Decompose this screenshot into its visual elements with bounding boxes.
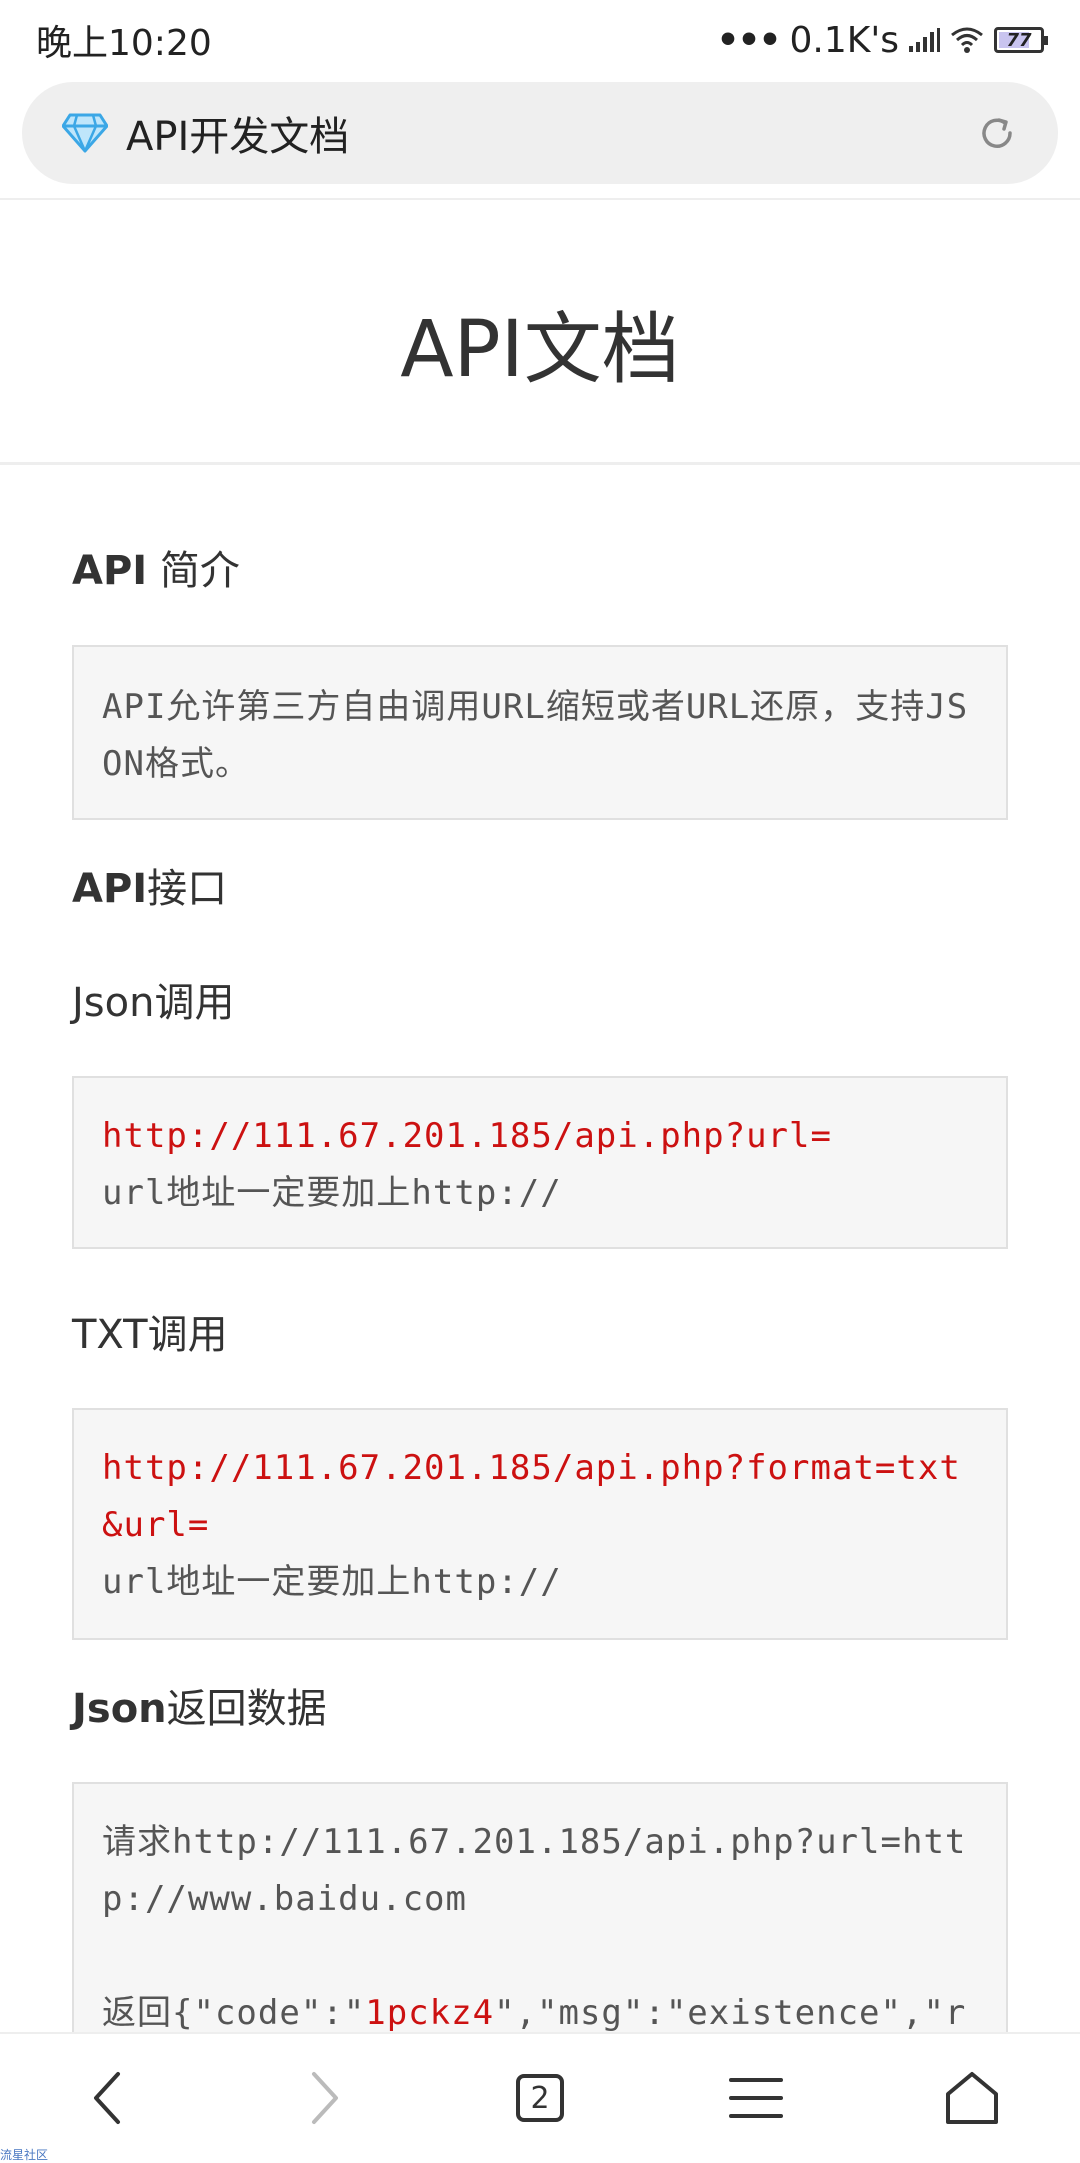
page-title-in-address-bar: API开发文档 [126, 114, 350, 160]
battery-level: 77 [1006, 29, 1032, 51]
intro-text: API允许第三方自由调用URL缩短或者URL还原，支持JSON格式。 [102, 687, 969, 784]
reload-icon[interactable] [976, 112, 1018, 154]
heading-bold: API [72, 866, 148, 912]
home-icon [946, 2072, 998, 2124]
home-button[interactable] [912, 2048, 1032, 2148]
heading-bold: API [72, 548, 148, 594]
battery-icon: 77 [994, 27, 1048, 53]
heading-text: 返回数据 [166, 1686, 327, 1732]
heading-text: 简介 [147, 548, 240, 594]
json-call-heading: Json调用 [72, 980, 235, 1026]
json-call-box: http://111.67.201.185/api.php?url= url地址… [72, 1076, 1008, 1249]
signal-icon [909, 28, 940, 52]
txt-call-url[interactable]: http://111.67.201.185/api.php?format=txt… [102, 1440, 978, 1554]
json-call-note: url地址一定要加上http:// [102, 1173, 562, 1213]
wifi-icon [951, 27, 983, 53]
back-icon [94, 2072, 120, 2124]
address-bar[interactable]: API开发文档 [22, 82, 1058, 184]
section-heading-json-return: Json返回数据 [72, 1676, 327, 1734]
txt-call-note: url地址一定要加上http:// [102, 1562, 562, 1602]
json-call-url[interactable]: http://111.67.201.185/api.php?url= [102, 1108, 978, 1165]
menu-icon [729, 2078, 783, 2118]
section-heading-intro: API 简介 [72, 538, 240, 596]
menu-button[interactable] [696, 2048, 816, 2148]
network-speed: 0.1K's [789, 19, 899, 61]
txt-call-heading: TXT调用 [72, 1312, 228, 1358]
forward-icon [312, 2072, 338, 2124]
heading-bold: Json [72, 1686, 167, 1732]
json-return-request: 请求http://111.67.201.185/api.php?url=http… [102, 1822, 967, 1919]
watermark: 流星社区 [0, 2148, 49, 2162]
response-prefix: 返回{"code":" [102, 1993, 366, 2033]
more-dots-icon: ••• [716, 19, 781, 61]
intro-box: API允许第三方自由调用URL缩短或者URL还原，支持JSON格式。 [72, 645, 1008, 820]
status-bar: 晚上10:20 ••• 0.1K's 77 [0, 0, 1080, 80]
divider [0, 198, 1080, 200]
divider [0, 462, 1080, 465]
heading-text: 接口 [147, 866, 228, 912]
status-icons: ••• 0.1K's 77 [716, 19, 1048, 61]
status-time: 晚上10:20 [36, 23, 212, 64]
section-heading-interface: API接口 [72, 856, 227, 914]
bottom-nav: 2 [0, 2032, 1080, 2162]
back-button[interactable] [48, 2048, 168, 2148]
txt-call-box: http://111.67.201.185/api.php?format=txt… [72, 1408, 1008, 1640]
response-suffix: ","msg":"existence","r [494, 1993, 967, 2033]
tab-count: 2 [516, 2074, 564, 2122]
diamond-icon [62, 113, 108, 153]
response-code: 1pckz4 [365, 1993, 495, 2033]
page-title: API文档 [400, 305, 680, 395]
forward-button[interactable] [264, 2048, 384, 2148]
tabs-button[interactable]: 2 [480, 2048, 600, 2148]
